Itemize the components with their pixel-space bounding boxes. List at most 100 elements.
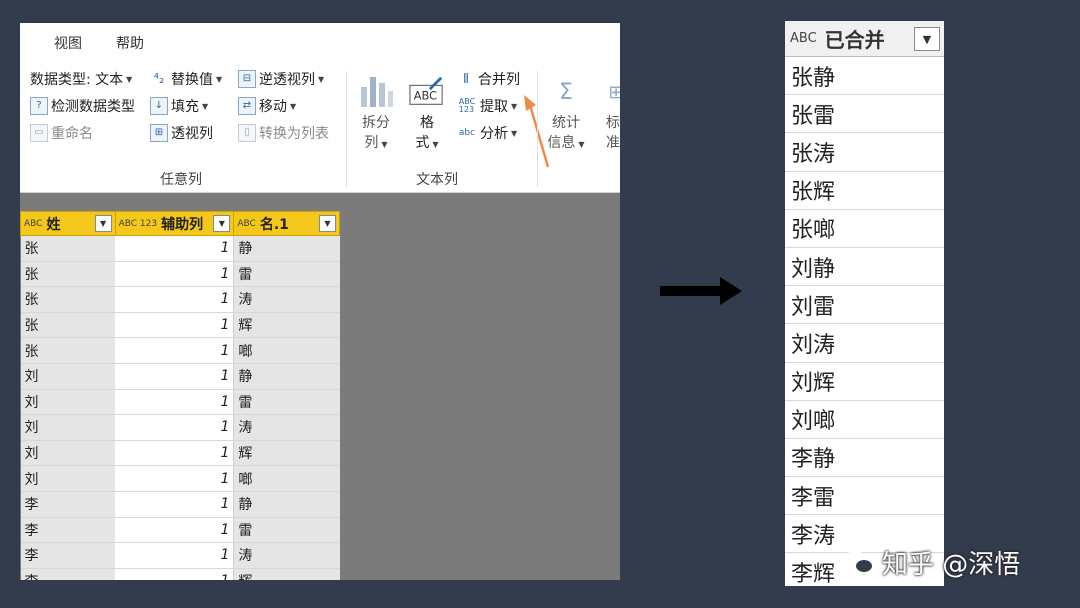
cell-helper[interactable]: 1	[115, 235, 235, 262]
cell-name[interactable]: 涛	[233, 286, 340, 313]
split-column-button[interactable]: 拆分 列 ▼	[356, 75, 396, 155]
tab-view[interactable]: 视图	[54, 33, 82, 53]
cell-name[interactable]: 涛	[233, 414, 340, 441]
table-row[interactable]: 刘1啷	[20, 465, 340, 492]
parse-button[interactable]: abc 分析 ▼	[457, 122, 517, 144]
cell-helper[interactable]: 1	[115, 337, 235, 364]
cell-surname[interactable]: 刘	[20, 414, 116, 441]
cell-name[interactable]: 辉	[233, 312, 340, 339]
merged-row[interactable]: 张雷	[785, 95, 944, 134]
replace-icon: ⁴₂	[153, 71, 165, 87]
merge-columns-button[interactable]: ⫴ 合并列	[457, 68, 520, 90]
cell-name[interactable]: 啷	[233, 465, 340, 492]
table-row[interactable]: 刘1雷	[20, 389, 340, 416]
cell-helper[interactable]: 1	[115, 389, 235, 416]
merged-row[interactable]: 刘静	[785, 248, 944, 287]
replace-values-button[interactable]: ⁴₂ 替换值 ▼	[150, 68, 222, 90]
merged-row[interactable]: 李静	[785, 439, 944, 478]
table-row[interactable]: 张1辉	[20, 312, 340, 339]
cell-name[interactable]: 静	[233, 491, 340, 518]
merged-row[interactable]: 张辉	[785, 172, 944, 210]
merged-row[interactable]: 张静	[785, 57, 944, 96]
table-row[interactable]: 张1雷	[20, 261, 340, 288]
any-type-icon[interactable]: ABC 123	[119, 220, 158, 229]
text-type-icon[interactable]: ABC	[790, 32, 817, 45]
chevron-down-icon: ▼	[432, 140, 439, 149]
table-row[interactable]: 张1啷	[20, 337, 340, 364]
table-row[interactable]: 张1涛	[20, 286, 340, 313]
cell-helper[interactable]: 1	[115, 286, 235, 313]
detect-type-button[interactable]: ? 检测数据类型	[30, 95, 135, 117]
column-header-helper[interactable]: ABC 123 辅助列 ▼	[114, 211, 235, 236]
table-row[interactable]: 刘1辉	[20, 440, 340, 467]
table-row[interactable]: 刘1静	[20, 363, 340, 390]
merged-row[interactable]: 刘涛	[785, 324, 944, 363]
cell-surname[interactable]: 张	[20, 261, 116, 288]
cell-surname[interactable]: 李	[20, 491, 116, 518]
cell-helper[interactable]: 1	[115, 517, 235, 544]
merged-row[interactable]: 刘啷	[785, 401, 944, 439]
filter-dropdown-icon[interactable]: ▼	[213, 214, 231, 232]
cell-name[interactable]: 辉	[233, 440, 340, 467]
cell-name[interactable]: 静	[233, 363, 340, 390]
cell-surname[interactable]: 李	[20, 517, 116, 544]
cell-name[interactable]: 雷	[233, 517, 340, 544]
text-type-icon[interactable]: ABC	[237, 220, 255, 229]
cell-helper[interactable]: 1	[115, 542, 235, 569]
cell-helper[interactable]: 1	[115, 440, 235, 467]
cell-surname[interactable]: 张	[20, 286, 116, 313]
merged-row[interactable]: 刘雷	[785, 286, 944, 325]
cell-surname[interactable]: 李	[20, 542, 116, 569]
text-type-icon[interactable]: ABC	[24, 220, 42, 229]
extract-button[interactable]: ABC 123 提取 ▼	[457, 95, 517, 117]
table-row[interactable]: 李1雷	[20, 517, 340, 544]
merged-row[interactable]: 张涛	[785, 133, 944, 172]
table-row[interactable]: 张1静	[20, 235, 340, 262]
cell-surname[interactable]: 李	[20, 568, 116, 580]
merged-row[interactable]: 张啷	[785, 210, 944, 248]
cell-name[interactable]: 涛	[233, 542, 340, 569]
table-row[interactable]: 李1辉	[20, 568, 340, 580]
cell-name[interactable]: 雷	[233, 261, 340, 288]
format-button[interactable]: ABC 格 式 ▼	[406, 75, 448, 155]
tab-help[interactable]: 帮助	[116, 33, 144, 53]
table-row[interactable]: 李1涛	[20, 542, 340, 569]
cell-surname[interactable]: 张	[20, 337, 116, 364]
filter-dropdown-icon[interactable]: ▼	[319, 214, 336, 232]
table-row[interactable]: 李1静	[20, 491, 340, 518]
cell-surname[interactable]: 刘	[20, 363, 116, 390]
cell-surname[interactable]: 刘	[20, 389, 116, 416]
cell-helper[interactable]: 1	[115, 465, 235, 492]
merged-row[interactable]: 李雷	[785, 477, 944, 516]
cell-name[interactable]: 雷	[233, 389, 340, 416]
unpivot-columns-button[interactable]: ⊟ 逆透视列 ▼	[238, 68, 324, 90]
pivot-column-button[interactable]: ⊞ 透视列	[150, 122, 213, 144]
cell-name[interactable]: 辉	[233, 568, 340, 580]
statistics-button[interactable]: Σ 统计 信息 ▼	[544, 75, 588, 155]
convert-to-list-button[interactable]: ▯ 转换为列表	[238, 122, 329, 144]
filter-dropdown-icon[interactable]: ▼	[94, 214, 112, 232]
fill-button[interactable]: ↓ 填充 ▼	[150, 95, 208, 117]
cell-helper[interactable]: 1	[115, 568, 235, 580]
cell-helper[interactable]: 1	[115, 261, 235, 288]
cell-surname[interactable]: 刘	[20, 440, 116, 467]
move-button[interactable]: ⇄ 移动 ▼	[238, 95, 296, 117]
cell-surname[interactable]: 张	[20, 312, 116, 339]
cell-name[interactable]: 静	[233, 235, 340, 262]
rename-button[interactable]: ▭ 重命名	[30, 122, 93, 144]
cell-helper[interactable]: 1	[115, 491, 235, 518]
data-type-dropdown[interactable]: 数据类型: 文本 ▼	[30, 68, 132, 90]
table-row[interactable]: 刘1涛	[20, 414, 340, 441]
cell-surname[interactable]: 张	[20, 235, 116, 262]
cell-name[interactable]: 啷	[233, 337, 340, 364]
merged-row[interactable]: 刘辉	[785, 363, 944, 401]
standard-button[interactable]: ⊞ 标 准	[598, 75, 620, 153]
cell-surname[interactable]: 刘	[20, 465, 116, 492]
cell-helper[interactable]: 1	[115, 414, 235, 441]
column-header-name[interactable]: ABC 名.1 ▼	[233, 211, 340, 236]
cell-helper[interactable]: 1	[115, 312, 235, 339]
filter-dropdown-icon[interactable]: ▼	[914, 27, 940, 51]
column-header-surname[interactable]: ABC 姓 ▼	[20, 211, 116, 236]
cell-helper[interactable]: 1	[115, 363, 235, 390]
merged-column-header[interactable]: ABC 已合并 ▼	[785, 21, 944, 57]
